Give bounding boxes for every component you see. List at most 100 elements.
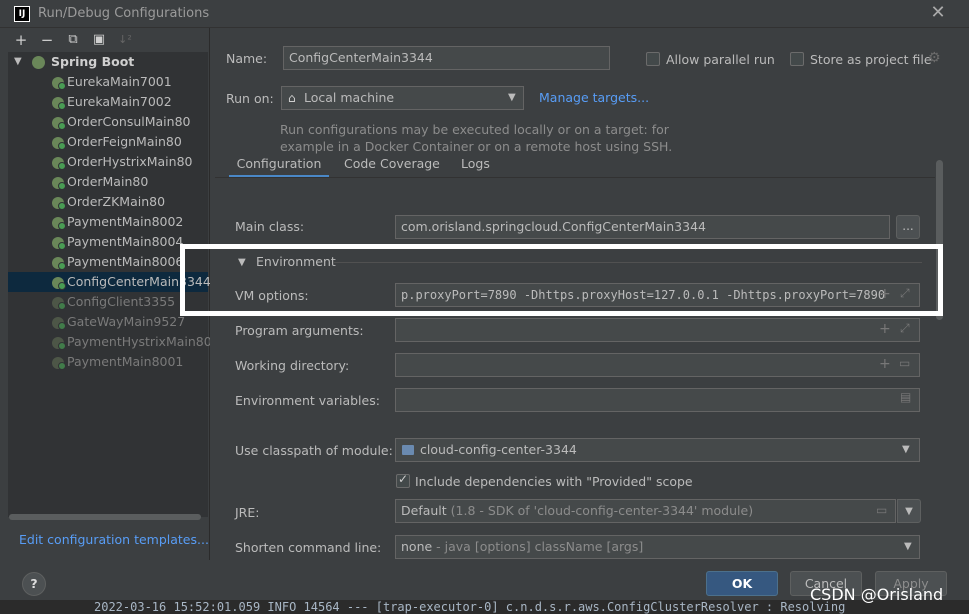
run-on-value: Local machine <box>304 90 395 105</box>
chevron-down-icon: ▼ <box>904 541 912 552</box>
tree-item-label: PaymentMain8006 <box>67 254 184 269</box>
run-on-select[interactable]: ⌂ Local machine ▼ <box>281 86 524 110</box>
tree-item[interactable]: OrderZKMain80 <box>8 192 208 212</box>
spring-boot-config-icon <box>52 157 66 170</box>
tree-item-label: OrderMain80 <box>67 174 149 189</box>
tree-item-label: ConfigClient3355 <box>67 294 176 309</box>
gear-icon[interactable]: ⚙ <box>928 50 941 66</box>
main-class-label: Main class: <box>235 219 305 234</box>
store-as-project-checkbox[interactable] <box>790 52 804 66</box>
tab-configuration[interactable]: Configuration <box>229 154 329 178</box>
jre-detail: (1.8 - SDK of 'cloud-config-center-3344'… <box>450 503 754 518</box>
tab-divider <box>215 177 935 178</box>
run-on-label: Run on: <box>226 91 274 106</box>
edit-templates-link[interactable]: Edit configuration templates... <box>19 532 209 547</box>
editor-vertical-scrollbar[interactable] <box>936 160 943 320</box>
chevron-down-icon[interactable]: ▼ <box>238 257 246 268</box>
plus-icon[interactable]: + <box>879 321 891 337</box>
tree-group-spring-boot[interactable]: ▼ Spring Boot <box>8 52 208 72</box>
vm-options-input[interactable]: p.proxyPort=7890 -Dhttps.proxyHost=127.0… <box>395 283 920 307</box>
working-directory-label: Working directory: <box>235 358 350 373</box>
tree-item[interactable]: ConfigCenterMain3344 <box>8 272 211 292</box>
tree-item-label: PaymentHystrixMain8001 <box>67 334 228 349</box>
shorten-command-select[interactable]: none - java [options] className [args] ▼ <box>395 535 920 559</box>
working-directory-input[interactable] <box>395 353 920 377</box>
tree-item[interactable]: ConfigClient3355 <box>8 292 208 312</box>
copy-configuration-icon[interactable]: ⧉ <box>64 31 82 49</box>
include-provided-checkbox[interactable]: ✓ <box>396 472 410 488</box>
chevron-down-icon: ▼ <box>508 92 516 103</box>
spring-boot-config-icon <box>52 117 66 130</box>
tree-item[interactable]: OrderFeignMain80 <box>8 132 208 152</box>
list-icon[interactable]: ▤ <box>900 390 911 404</box>
ok-button[interactable]: OK <box>706 571 778 596</box>
tree-item[interactable]: PaymentMain8004 <box>8 232 208 252</box>
program-arguments-label: Program arguments: <box>235 323 364 338</box>
main-class-input[interactable]: com.orisland.springcloud.ConfigCenterMai… <box>395 215 890 239</box>
name-label: Name: <box>226 51 268 66</box>
spring-boot-config-icon <box>52 317 66 330</box>
tree-group-label: Spring Boot <box>51 54 135 69</box>
help-button[interactable]: ? <box>22 572 46 596</box>
spring-boot-config-icon <box>52 257 66 270</box>
include-provided-label: Include dependencies with "Provided" sco… <box>415 474 693 489</box>
shorten-command-value: none <box>401 539 433 554</box>
tree-item[interactable]: OrderHystrixMain80 <box>8 152 208 172</box>
tree-item-label: PaymentMain8002 <box>67 214 184 229</box>
add-configuration-button[interactable]: + <box>12 31 30 49</box>
browse-main-class-button[interactable]: ... <box>896 215 920 239</box>
plus-icon[interactable]: + <box>879 286 891 302</box>
tab-code-coverage[interactable]: Code Coverage <box>344 154 440 178</box>
run-on-hint-line1: Run configurations may be executed local… <box>280 122 669 137</box>
expand-icon[interactable]: ⤢ <box>900 286 910 301</box>
jre-label: JRE: <box>235 505 260 520</box>
spring-boot-config-icon <box>52 357 66 370</box>
chevron-down-icon[interactable]: ▼ <box>14 52 22 72</box>
tree-item-label: GateWayMain9527 <box>67 314 186 329</box>
configuration-tree[interactable]: ▼ Spring Boot EurekaMain7001 EurekaMain70… <box>8 52 228 517</box>
checkmark-icon: ✓ <box>398 472 409 486</box>
tree-item[interactable]: PaymentMain8002 <box>8 212 208 232</box>
vm-options-label: VM options: <box>235 288 309 303</box>
tree-item-label: OrderZKMain80 <box>67 194 166 209</box>
tree-item[interactable]: OrderConsulMain80 <box>8 112 208 132</box>
spring-boot-config-icon <box>52 97 66 110</box>
tree-item[interactable]: EurekaMain7002 <box>8 92 208 112</box>
tab-logs[interactable]: Logs <box>461 154 490 178</box>
plus-icon[interactable]: + <box>879 356 891 372</box>
tree-item[interactable]: PaymentHystrixMain8001 <box>8 332 228 352</box>
tree-item[interactable]: PaymentMain8001 <box>8 352 208 372</box>
environment-variables-input[interactable] <box>395 388 920 412</box>
tree-item[interactable]: GateWayMain9527 <box>8 312 208 332</box>
manage-targets-link[interactable]: Manage targets... <box>539 90 649 105</box>
tree-horizontal-scrollbar[interactable] <box>9 514 201 520</box>
environment-section-label: Environment <box>256 254 336 269</box>
store-as-project-label: Store as project file <box>810 52 932 67</box>
sort-icon[interactable]: ↓² <box>116 31 134 49</box>
folder-icon[interactable]: ▭ <box>876 503 887 517</box>
module-folder-icon <box>402 445 414 455</box>
jre-input[interactable]: Default (1.8 - SDK of 'cloud-config-cent… <box>395 499 896 523</box>
folder-icon[interactable]: ▭ <box>899 356 910 370</box>
classpath-module-select[interactable]: cloud-config-center-3344 ▼ <box>395 438 920 462</box>
spring-boot-config-icon <box>52 217 66 230</box>
tree-item[interactable]: PaymentMain8006 <box>8 252 208 272</box>
allow-parallel-checkbox[interactable] <box>646 52 660 66</box>
tree-item-label: OrderFeignMain80 <box>67 134 182 149</box>
close-icon[interactable]: ✕ <box>928 3 948 23</box>
classpath-module-value: cloud-config-center-3344 <box>420 442 577 457</box>
remove-configuration-button[interactable]: − <box>38 31 56 49</box>
move-to-folder-icon[interactable]: ▣ <box>90 31 108 49</box>
spring-boot-icon <box>32 56 45 69</box>
name-input[interactable]: ConfigCenterMain3344 <box>283 46 610 70</box>
tree-item[interactable]: OrderMain80 <box>8 172 208 192</box>
program-arguments-input[interactable] <box>395 318 920 342</box>
expand-icon[interactable]: ⤢ <box>900 321 910 336</box>
jre-dropdown-button[interactable]: ▼ <box>897 499 921 523</box>
spring-boot-config-icon <box>52 277 66 290</box>
tree-item[interactable]: EurekaMain7001 <box>8 72 208 92</box>
shorten-command-detail: - java [options] className [args] <box>436 539 644 554</box>
environment-divider <box>334 262 922 263</box>
spring-boot-config-icon <box>52 237 66 250</box>
jre-value: Default <box>401 503 447 518</box>
